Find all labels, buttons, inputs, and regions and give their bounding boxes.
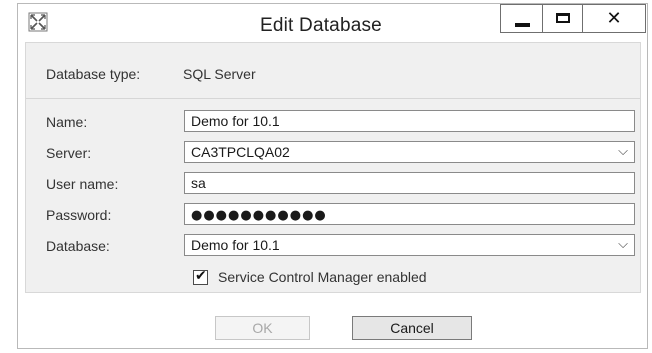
database-combobox[interactable]: Demo for 10.1 ⌵ [184, 234, 635, 256]
chevron-down-icon[interactable]: ⌵ [618, 235, 628, 255]
minimize-icon [515, 23, 530, 27]
database-app-icon [28, 12, 48, 32]
database-type-label: Database type: [46, 66, 141, 82]
database-value: Demo for 10.1 [191, 237, 280, 253]
password-field[interactable]: ●●●●●●●●●●● [184, 203, 635, 225]
close-icon: ✕ [606, 8, 622, 29]
server-value: CA3TPCLQA02 [191, 144, 290, 160]
dialog-body: Database type: SQL Server Name: Server: … [25, 42, 641, 293]
user-name-label: User name: [46, 176, 119, 192]
database-label: Database: [46, 238, 110, 254]
database-type-value: SQL Server [183, 66, 256, 82]
server-combobox[interactable]: CA3TPCLQA02 ⌵ [184, 141, 635, 163]
user-name-field[interactable] [184, 172, 635, 194]
name-label: Name: [46, 114, 88, 130]
window-title: Edit Database [260, 15, 382, 36]
edit-database-dialog: Edit Database ✕ Database type: SQL Serve… [17, 3, 648, 349]
maximize-icon [556, 13, 570, 23]
password-mask: ●●●●●●●●●●● [191, 208, 327, 223]
maximize-button[interactable] [542, 4, 583, 33]
title-bar[interactable]: Edit Database ✕ [18, 4, 647, 42]
cancel-button[interactable]: Cancel [352, 316, 472, 340]
minimize-button[interactable] [500, 4, 543, 33]
service-control-manager-checkbox[interactable]: ✔ [193, 268, 208, 285]
server-label: Server: [46, 145, 92, 161]
password-label: Password: [46, 207, 112, 223]
checkmark-icon: ✔ [195, 268, 207, 284]
close-button[interactable]: ✕ [582, 4, 646, 33]
ok-button[interactable]: OK [215, 316, 310, 340]
database-type-row: Database type: SQL Server [46, 66, 256, 82]
service-control-manager-label[interactable]: Service Control Manager enabled [218, 269, 427, 285]
chevron-down-icon[interactable]: ⌵ [618, 142, 628, 162]
name-field[interactable] [184, 110, 635, 132]
separator [26, 98, 640, 99]
